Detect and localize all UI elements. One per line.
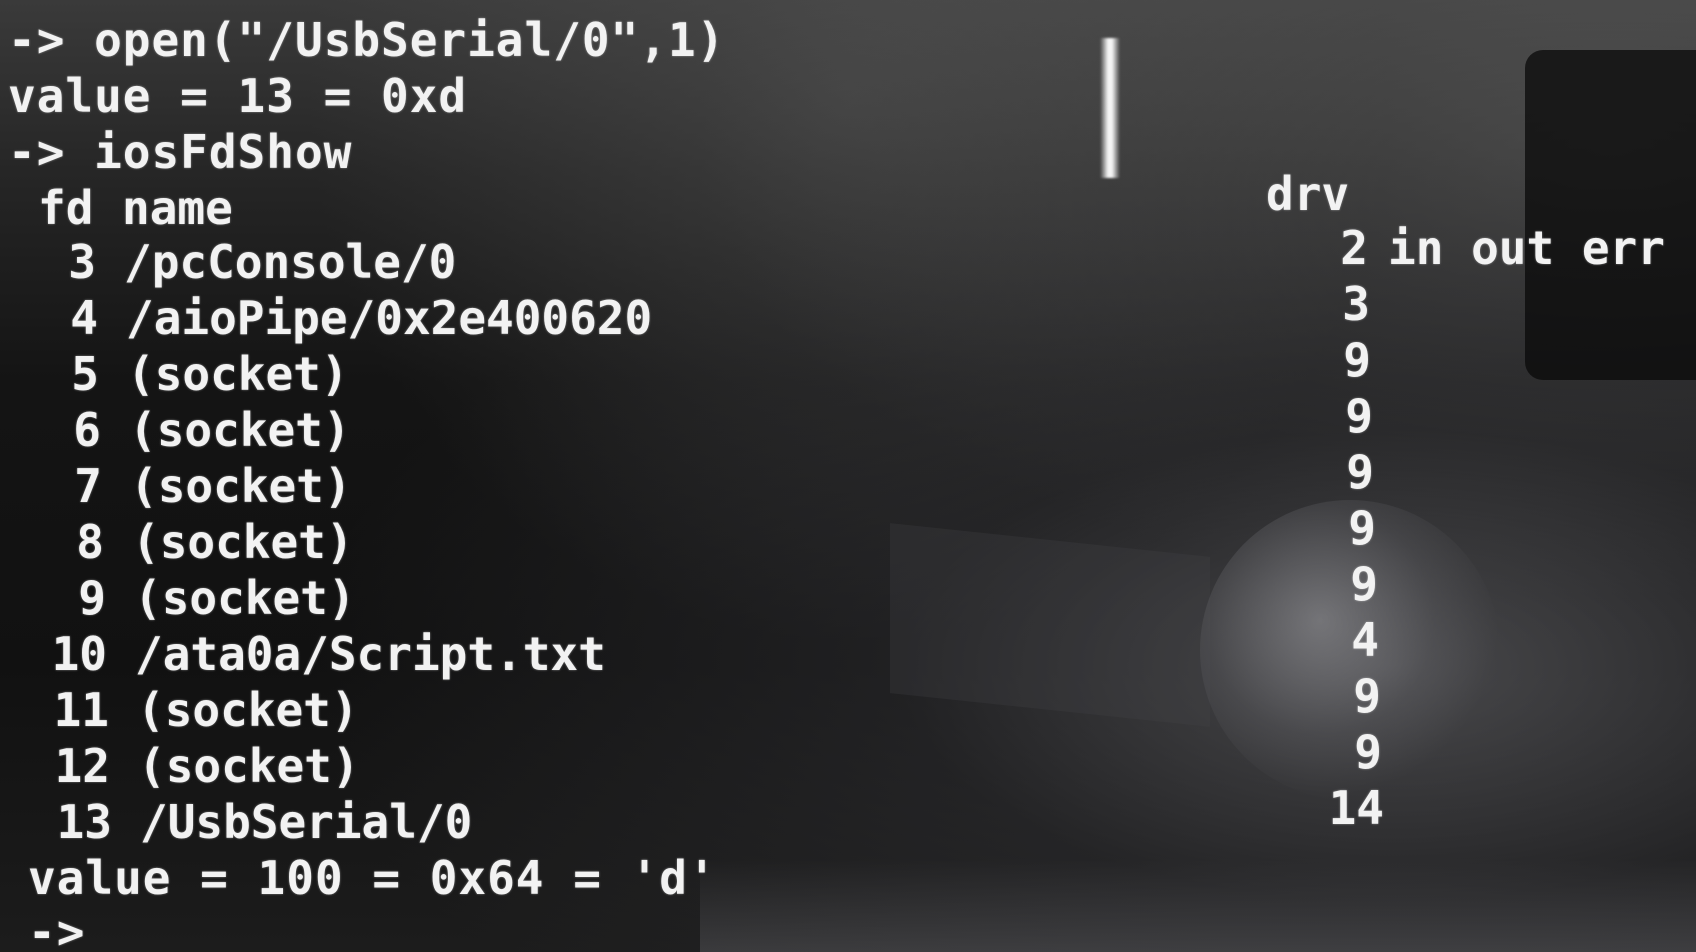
row-name: /aioPipe/0x2e400620 [126,291,653,345]
row-fd: 11 [53,683,109,737]
row-fd: 13 [56,795,112,849]
row-name: /UsbSerial/0 [140,795,473,849]
result-iosfdshow: value = 100 = 0x64 = 'd' [28,851,717,905]
terminal-screen: -> open("/UsbSerial/0",1) value = 13 = 0… [0,0,1696,952]
header-fd: fd [38,181,94,235]
screen-reflection-dark [1525,50,1696,380]
screen-reflection-floor [700,860,1696,952]
row-drv: 2 [1340,221,1368,275]
row-fd: 12 [54,739,110,793]
row-drv: 9 [1353,669,1381,723]
row-name: (socket) [137,683,359,737]
row-fd: 4 [70,291,98,345]
row-drv: 9 [1346,445,1374,499]
row-drv: 9 [1348,501,1376,555]
row-flags: in out err [1388,221,1665,275]
row-fd: 6 [73,403,101,457]
row-drv: 3 [1342,277,1370,331]
header-name: name [122,181,233,235]
screen-glare [1100,38,1120,178]
row-drv: 9 [1343,333,1371,387]
row-fd: 3 [68,235,96,289]
row-fd: 9 [78,571,106,625]
row-drv: 9 [1354,725,1382,779]
row-drv: 9 [1350,557,1378,611]
row-fd: 7 [74,459,102,513]
row-name: (socket) [127,347,349,401]
row-name: (socket) [129,403,351,457]
command-prompt[interactable]: -> [28,906,85,952]
row-name: /ata0a/Script.txt [135,627,606,681]
row-name: (socket) [132,515,354,569]
row-name: (socket) [138,739,360,793]
row-fd: 10 [51,627,107,681]
row-fd: 5 [71,347,99,401]
header-drv: drv [1266,167,1350,221]
row-name: (socket) [130,459,352,513]
result-open: value = 13 = 0xd [8,69,468,123]
screen-reflection-panel [890,523,1210,727]
row-name: (socket) [134,571,356,625]
command-iosfdshow: -> iosFdShow [8,125,353,179]
command-open: -> open("/UsbSerial/0",1) [8,13,726,67]
row-drv: 14 [1328,781,1384,835]
row-fd: 8 [76,515,104,569]
row-drv: 4 [1351,613,1379,667]
row-drv: 9 [1345,389,1373,443]
row-name: /pcConsole/0 [124,235,457,289]
